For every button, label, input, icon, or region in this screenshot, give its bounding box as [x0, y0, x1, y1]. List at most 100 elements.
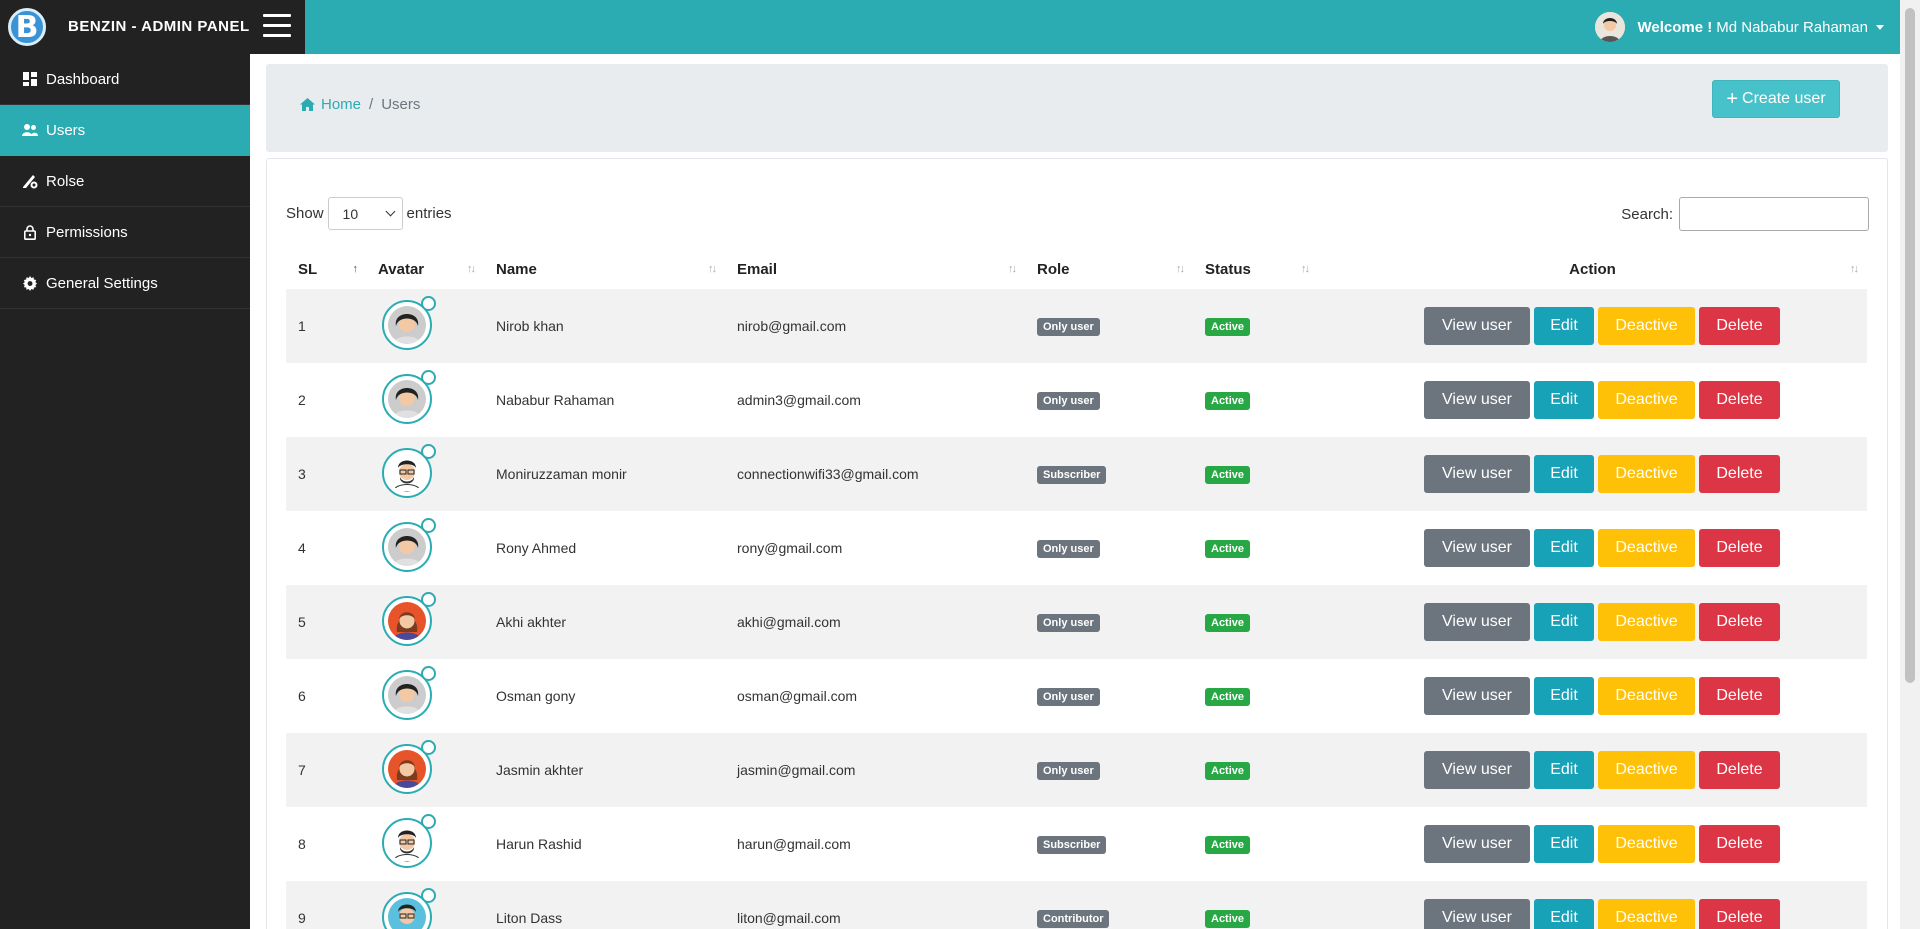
cell-name: Jasmin akhter: [496, 762, 584, 778]
breadcrumb-card: Home / Users + Create user: [266, 64, 1888, 152]
avatar-face-icon: [388, 897, 426, 929]
column-header-email[interactable]: Email ↑↓: [725, 249, 1025, 289]
edit-button[interactable]: Edit: [1534, 825, 1594, 863]
breadcrumb-current: Users: [381, 96, 421, 113]
sidebar-item-dashboard[interactable]: Dashboard: [0, 54, 250, 105]
view-user-button[interactable]: View user: [1424, 455, 1530, 493]
deactive-button[interactable]: Deactive: [1598, 677, 1695, 715]
hamburger-menu-icon[interactable]: [263, 14, 291, 38]
plus-icon: +: [1726, 88, 1739, 110]
cell-actions: View user Edit Deactive Delete: [1318, 289, 1867, 363]
search-control: Search:: [1621, 197, 1869, 231]
deactive-button[interactable]: Deactive: [1598, 603, 1695, 641]
deactive-button[interactable]: Deactive: [1598, 899, 1695, 929]
role-badge: Only user: [1037, 539, 1100, 558]
deactive-button[interactable]: Deactive: [1598, 381, 1695, 419]
deactive-button[interactable]: Deactive: [1598, 307, 1695, 345]
view-user-button[interactable]: View user: [1424, 603, 1530, 641]
cell-email: harun@gmail.com: [737, 836, 851, 852]
column-header-status[interactable]: Status ↑↓: [1193, 249, 1318, 289]
sidebar-item-label: Permissions: [46, 223, 128, 241]
cell-role: Only user: [1025, 659, 1193, 733]
delete-button[interactable]: Delete: [1699, 381, 1780, 419]
edit-button[interactable]: Edit: [1534, 677, 1594, 715]
delete-button[interactable]: Delete: [1699, 677, 1780, 715]
sidebar-item-rolse[interactable]: Rolse: [0, 156, 250, 207]
search-input[interactable]: [1679, 197, 1869, 231]
deactive-button[interactable]: Deactive: [1598, 825, 1695, 863]
edit-button[interactable]: Edit: [1534, 603, 1594, 641]
delete-button[interactable]: Delete: [1699, 751, 1780, 789]
delete-button[interactable]: Delete: [1699, 529, 1780, 567]
brand-logo[interactable]: B: [8, 8, 46, 46]
gear-icon: [22, 275, 38, 291]
sidebar-item-permissions[interactable]: Permissions: [0, 207, 250, 258]
row-actions: View user Edit Deactive Delete: [1330, 307, 1867, 345]
cell-name: Nirob khan: [496, 318, 564, 334]
view-user-button[interactable]: View user: [1424, 825, 1530, 863]
edit-button[interactable]: Edit: [1534, 899, 1594, 929]
role-badge: Subscriber: [1037, 465, 1107, 484]
avatar: [382, 443, 436, 498]
cell-status: Active: [1193, 289, 1318, 363]
sort-icon: ↑↓: [1008, 263, 1017, 275]
delete-button[interactable]: Delete: [1699, 899, 1780, 929]
status-badge: Active: [1205, 317, 1251, 336]
edit-button[interactable]: Edit: [1534, 381, 1594, 419]
cell-sl: 6: [298, 688, 306, 704]
view-user-button[interactable]: View user: [1424, 381, 1530, 419]
brand-title: BENZIN - ADMIN PANEL: [68, 18, 250, 35]
cell-avatar: [366, 807, 484, 881]
top-navbar: B BENZIN - ADMIN PANEL Welcome ! Md Naba…: [0, 0, 1920, 54]
table-row: 6 Osman gony osman@gmail.com Only user A…: [286, 659, 1867, 733]
delete-button[interactable]: Delete: [1699, 307, 1780, 345]
sidebar: Dashboard Users Rolse Permissions Genera…: [0, 54, 250, 929]
cell-name: Moniruzzaman monir: [496, 466, 627, 482]
user-menu[interactable]: Welcome ! Md Nababur Rahaman: [1595, 12, 1884, 42]
cell-avatar: [366, 289, 484, 363]
delete-button[interactable]: Delete: [1699, 825, 1780, 863]
cell-status: Active: [1193, 437, 1318, 511]
column-header-name[interactable]: Name ↑↓: [484, 249, 725, 289]
edit-button[interactable]: Edit: [1534, 307, 1594, 345]
column-header-avatar[interactable]: Avatar ↑↓: [366, 249, 484, 289]
column-header-sl[interactable]: SL ↑: [286, 249, 366, 289]
entries-select[interactable]: 10: [327, 197, 403, 230]
sidebar-item-general-settings[interactable]: General Settings: [0, 258, 250, 309]
scrollbar-thumb[interactable]: [1905, 8, 1915, 683]
cell-sl: 7: [298, 762, 306, 778]
cell-role: Only user: [1025, 585, 1193, 659]
delete-button[interactable]: Delete: [1699, 603, 1780, 641]
page-scrollbar[interactable]: [1900, 0, 1920, 929]
avatar-face-icon: [388, 601, 426, 640]
search-label: Search:: [1621, 205, 1673, 223]
row-actions: View user Edit Deactive Delete: [1330, 455, 1867, 493]
view-user-button[interactable]: View user: [1424, 529, 1530, 567]
deactive-button[interactable]: Deactive: [1598, 529, 1695, 567]
deactive-button[interactable]: Deactive: [1598, 751, 1695, 789]
cell-sl: 9: [298, 910, 306, 926]
sidebar-item-users[interactable]: Users: [0, 105, 250, 156]
breadcrumb-home-link[interactable]: Home: [300, 96, 361, 113]
table-row: 5 Akhi akhter akhi@gmail.com Only user A…: [286, 585, 1867, 659]
delete-button[interactable]: Delete: [1699, 455, 1780, 493]
edit-button[interactable]: Edit: [1534, 751, 1594, 789]
view-user-button[interactable]: View user: [1424, 751, 1530, 789]
cell-avatar: [366, 733, 484, 807]
column-header-role[interactable]: Role ↑↓: [1025, 249, 1193, 289]
deactive-button[interactable]: Deactive: [1598, 455, 1695, 493]
create-user-button[interactable]: + Create user: [1712, 80, 1840, 118]
status-badge: Active: [1205, 909, 1251, 928]
view-user-button[interactable]: View user: [1424, 307, 1530, 345]
edit-button[interactable]: Edit: [1534, 455, 1594, 493]
edit-button[interactable]: Edit: [1534, 529, 1594, 567]
cell-sl: 5: [298, 614, 306, 630]
view-user-button[interactable]: View user: [1424, 677, 1530, 715]
column-header-action[interactable]: Action ↑↓: [1318, 249, 1867, 289]
sort-icon: ↑↓: [1176, 263, 1185, 275]
cell-email: nirob@gmail.com: [737, 318, 847, 334]
cell-name: Osman gony: [496, 688, 576, 704]
cell-actions: View user Edit Deactive Delete: [1318, 807, 1867, 881]
sort-icon: ↑↓: [708, 263, 717, 275]
view-user-button[interactable]: View user: [1424, 899, 1530, 929]
